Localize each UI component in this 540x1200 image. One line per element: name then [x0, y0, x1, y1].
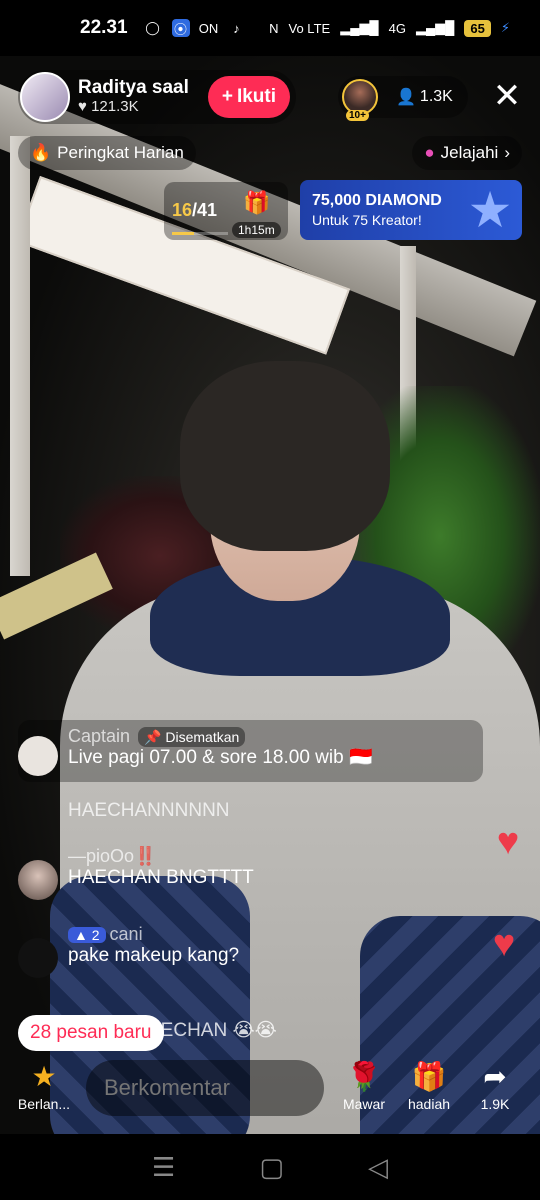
home-icon[interactable]: ▢	[259, 1152, 284, 1183]
charging-icon: ⚡	[500, 20, 510, 35]
hotspot-icon: ⦿	[171, 19, 190, 37]
level-badge: ▲ 2	[68, 927, 106, 944]
pin-icon: 📌	[144, 729, 162, 745]
follow-button[interactable]: + Ikuti	[207, 76, 290, 118]
chevron-right-icon: ›	[504, 143, 510, 162]
goal-count: 16/41	[172, 200, 217, 221]
host-profile[interactable]: Raditya saal ♥ 121.3K + Ikuti	[18, 70, 296, 124]
chat-username: cani	[109, 924, 143, 944]
flame-icon: 🔥	[30, 143, 52, 162]
chat-message[interactable]: ▲ 2 cani pake makeup kang?	[18, 924, 239, 978]
avatar	[18, 736, 58, 776]
likes-count: 121.3K	[91, 98, 139, 116]
star-icon: ★	[31, 1061, 57, 1092]
rose-icon: 🌹	[346, 1061, 382, 1092]
daily-rank-label: Peringkat Harian	[57, 143, 184, 162]
signal-icon: ▂▄▆█	[415, 20, 455, 35]
triangle-icon: ▲	[74, 927, 88, 943]
plus-icon: +	[221, 86, 233, 107]
rank-badge: 10+	[346, 110, 369, 121]
heart-icon: ♥	[78, 98, 87, 116]
bottom-action-bar: ★ Berlan... 🌹 Mawar 🎁 hadiah ➦ 1.9K	[0, 1058, 540, 1132]
heart-icon: ♥	[496, 821, 520, 863]
share-arrow-icon: ➦	[483, 1061, 507, 1092]
whatsapp-icon: ◯	[145, 20, 160, 35]
nfc-icon: N	[269, 20, 279, 36]
gift-button[interactable]: 🎁 hadiah	[397, 1058, 461, 1112]
share-button[interactable]: ➦ 1.9K	[463, 1058, 527, 1112]
share-count: 1.9K	[480, 1096, 510, 1112]
recents-icon[interactable]: ☰	[152, 1152, 175, 1183]
back-icon[interactable]: ◁	[368, 1152, 388, 1183]
chat-text: Live pagi 07.00 & sore 18.00 wib 🇮🇩	[68, 747, 373, 769]
signal-icon: ▂▄▆█	[340, 20, 379, 35]
chat-username: —pioOo‼️	[68, 846, 157, 866]
daily-rank-chip[interactable]: 🔥 Peringkat Harian	[18, 136, 196, 170]
rose-gift-button[interactable]: 🌹 Mawar	[332, 1058, 396, 1112]
chat-text: HAECHANNNNNN	[68, 800, 230, 821]
battery-level: 65	[464, 19, 491, 37]
avatar	[18, 860, 58, 900]
star-action-label: Berlan...	[17, 1096, 71, 1112]
chat-text: AECHAN 😭😭	[148, 1020, 277, 1041]
network-label: 4G	[388, 20, 406, 36]
pinned-message[interactable]: Captain 📌 Disematkan Live pagi 07.00 & so…	[18, 720, 483, 782]
avatar	[18, 938, 58, 978]
new-messages-button[interactable]: 28 pesan baru	[18, 1015, 164, 1051]
pinned-tag: 📌 Disematkan	[138, 727, 246, 748]
goal-progress-bar	[172, 232, 228, 235]
gift-box-icon: 🎁	[243, 190, 271, 215]
viewer-count-value: 1.3K	[419, 88, 453, 105]
comment-input[interactable]	[86, 1060, 324, 1116]
top-gifter-avatar[interactable]: 10+	[342, 79, 378, 121]
chat-text: pake makeup kang?	[68, 944, 240, 966]
on-icon: ON	[198, 20, 219, 36]
host-likes: ♥ 121.3K	[78, 98, 189, 116]
follow-label: Ikuti	[236, 86, 276, 107]
star-action[interactable]: ★ Berlan...	[12, 1058, 76, 1112]
person-icon: 👤	[396, 89, 416, 106]
volte-label: Vo LTE	[288, 20, 331, 36]
star-icon: ★	[467, 182, 513, 238]
gift-label: hadiah	[407, 1096, 451, 1112]
viewer-count[interactable]: 👤 1.3K	[396, 87, 453, 107]
pole	[10, 136, 30, 576]
explore-label: Jelajahi	[440, 143, 499, 162]
heart-icon: ♥	[492, 923, 516, 965]
system-nav-bar: ☰ ▢ ◁	[0, 1134, 540, 1200]
chat-username: Captain	[68, 726, 131, 746]
chat-message[interactable]: —pioOo‼️ HAECHAN BNGTTTT	[18, 846, 254, 900]
goal-timer: 1h15m	[232, 222, 281, 238]
host-avatar[interactable]	[20, 72, 70, 122]
close-icon[interactable]: ✕	[490, 79, 524, 114]
goal-current: 16	[172, 200, 193, 220]
status-bar: 22.31 ◯ ⦿ ON ♪ N Vo LTE ▂▄▆█ 4G ▂▄▆█ 65 …	[0, 0, 540, 56]
level-value: 2	[91, 927, 100, 943]
rose-label: Mawar	[342, 1096, 385, 1112]
planet-icon: ●	[424, 143, 435, 162]
goal-total: /41	[192, 200, 218, 220]
pinned-tag-label: Disematkan	[165, 729, 240, 745]
gift-goal[interactable]: 16/41 🎁 1h15m	[164, 182, 288, 240]
viewer-info[interactable]: 10+ 👤 1.3K	[338, 76, 468, 121]
status-time: 22.31	[80, 17, 128, 38]
goal-progress-fill	[172, 232, 194, 235]
chat-text: HAECHAN BNGTTTT	[68, 866, 254, 888]
tiktok-icon: ♪	[233, 20, 240, 36]
diamond-campaign-banner[interactable]: 75,000 DIAMOND Untuk 75 Kreator! ★	[300, 180, 522, 240]
gift-icon: 🎁	[411, 1061, 447, 1092]
explore-chip[interactable]: ● Jelajahi ›	[412, 136, 522, 170]
host-name: Raditya saal	[78, 77, 189, 99]
